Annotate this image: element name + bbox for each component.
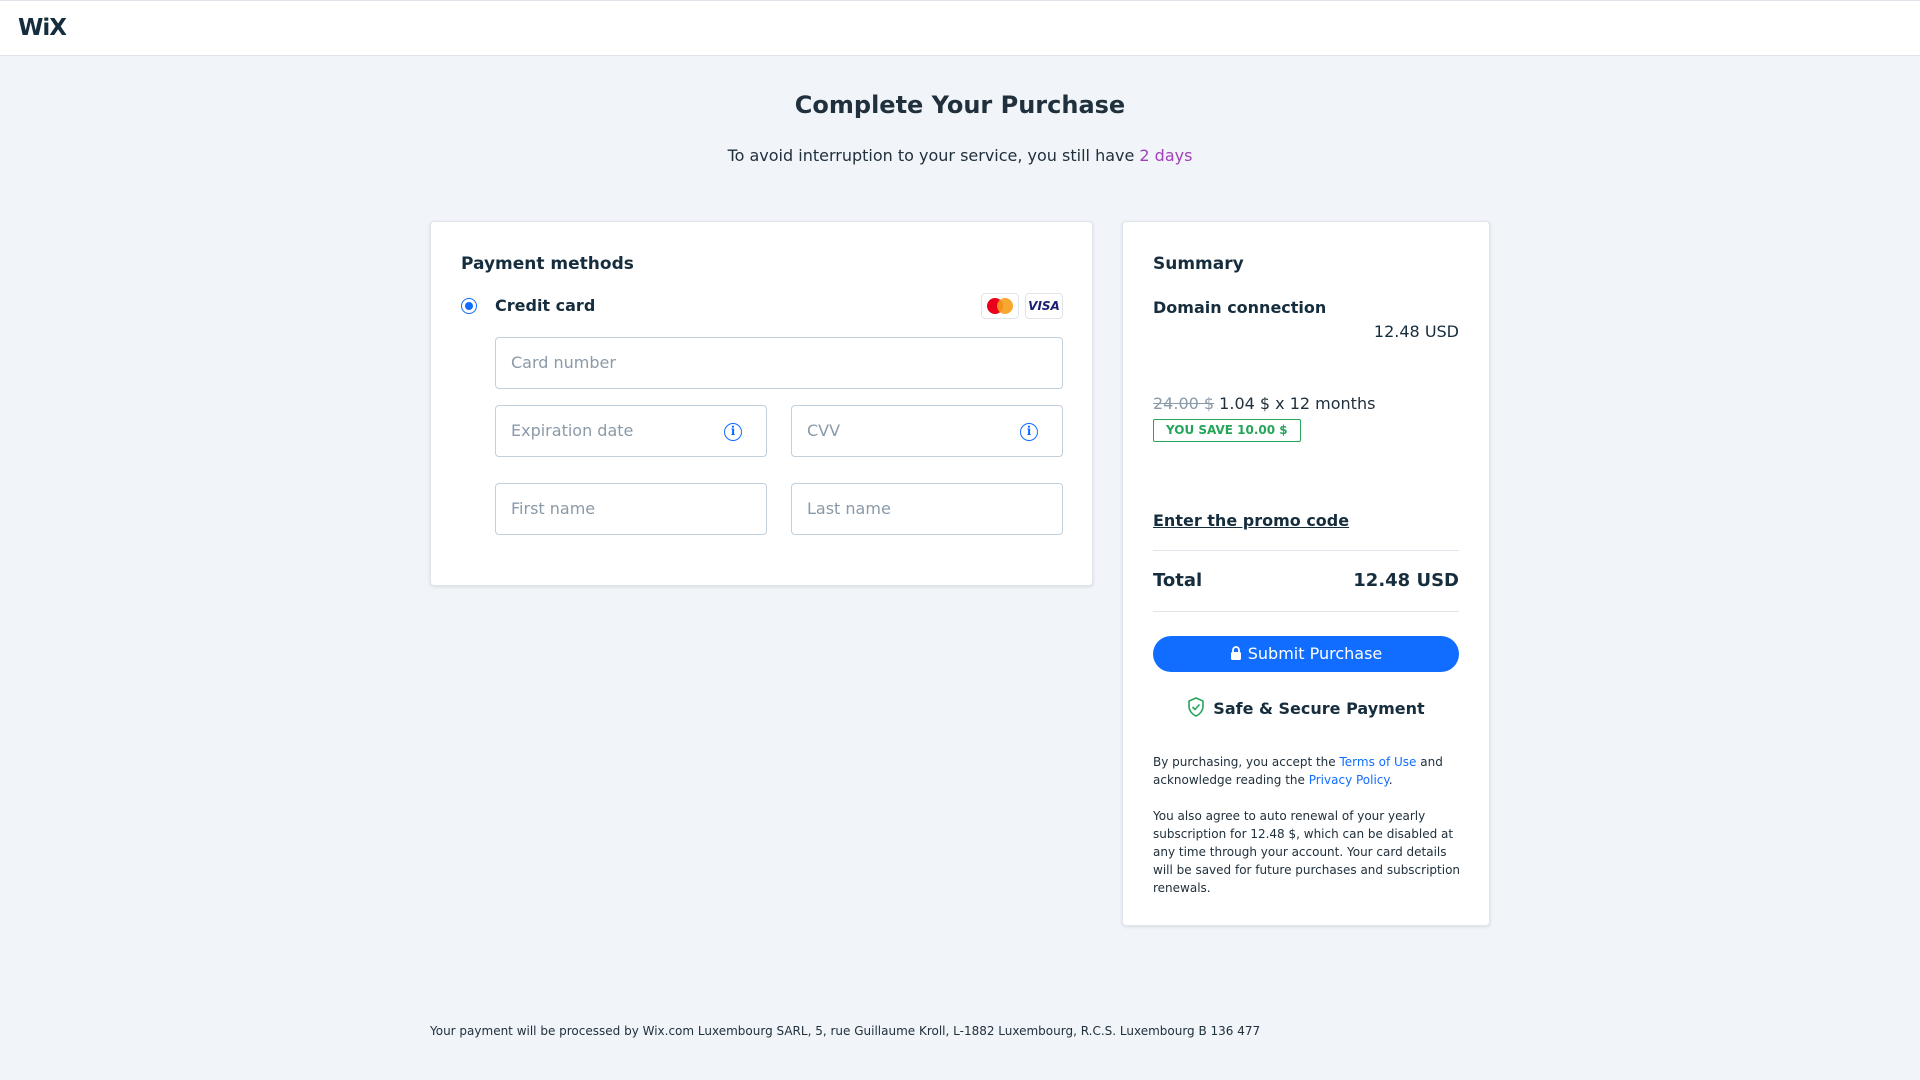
credit-card-radio[interactable] xyxy=(461,298,477,314)
top-bar: WiX xyxy=(0,0,1920,56)
footer-processor-note: Your payment will be processed by Wix.co… xyxy=(430,1024,1261,1038)
cvv-input[interactable]: CVV i xyxy=(791,405,1063,457)
days-remaining: 2 days xyxy=(1139,146,1193,165)
summary-item-name: Domain connection xyxy=(1153,298,1327,317)
payment-methods-card: Payment methods Credit card VISA Card nu… xyxy=(430,221,1093,586)
visa-icon: VISA xyxy=(1025,293,1063,319)
shield-check-icon xyxy=(1188,697,1205,717)
first-name-placeholder: First name xyxy=(511,499,596,518)
submit-purchase-label: Submit Purchase xyxy=(1247,644,1383,663)
original-price: 24.00 $ xyxy=(1153,394,1215,413)
credit-card-label[interactable]: Credit card xyxy=(495,296,595,315)
terms-of-use-link[interactable]: Terms of Use xyxy=(1339,755,1416,769)
submit-purchase-button[interactable]: Submit Purchase xyxy=(1153,636,1459,672)
cvv-info-icon[interactable]: i xyxy=(1020,423,1038,441)
mastercard-orange-circle xyxy=(997,298,1013,314)
wix-logo[interactable]: WiX xyxy=(18,15,67,41)
total-top-divider xyxy=(1153,550,1459,551)
subtitle-text: To avoid interruption to your service, y… xyxy=(727,146,1140,165)
first-name-input[interactable]: First name xyxy=(495,483,767,535)
monthly-price: 1.04 $ x 12 months xyxy=(1219,394,1376,413)
total-label: Total xyxy=(1153,570,1203,591)
terms-text: By purchasing, you accept the Terms of U… xyxy=(1153,753,1463,789)
expiration-date-placeholder: Expiration date xyxy=(511,421,634,440)
card-number-placeholder: Card number xyxy=(511,353,616,372)
lock-icon xyxy=(1230,646,1241,660)
expiration-date-input[interactable]: Expiration date i xyxy=(495,405,767,457)
last-name-placeholder: Last name xyxy=(807,499,891,518)
cvv-placeholder: CVV xyxy=(807,421,841,440)
card-number-input[interactable]: Card number xyxy=(495,337,1063,389)
auto-renewal-text: You also agree to auto renewal of your y… xyxy=(1153,809,1461,895)
total-value: 12.48 USD xyxy=(1353,570,1459,591)
expiration-info-icon[interactable]: i xyxy=(724,423,742,441)
summary-card: Summary Domain connection 12.48 USD 24.0… xyxy=(1122,221,1490,926)
terms-prefix: By purchasing, you accept the xyxy=(1153,755,1340,769)
secure-payment-row: Safe & Secure Payment xyxy=(1123,697,1489,718)
total-bottom-divider xyxy=(1153,611,1459,612)
secure-payment-label: Safe & Secure Payment xyxy=(1213,699,1425,718)
mastercard-icon xyxy=(981,293,1019,319)
summary-title: Summary xyxy=(1153,254,1244,274)
payment-methods-title: Payment methods xyxy=(461,254,634,274)
summary-item-price: 12.48 USD xyxy=(1373,322,1459,341)
page-title: Complete Your Purchase xyxy=(794,91,1126,119)
last-name-input[interactable]: Last name xyxy=(791,483,1063,535)
terms-suffix: . xyxy=(1388,773,1393,787)
page-subtitle: To avoid interruption to your service, y… xyxy=(0,146,1920,165)
privacy-policy-link[interactable]: Privacy Policy xyxy=(1309,773,1389,787)
pricing-line: 24.00 $ 1.04 $ x 12 months xyxy=(1153,394,1375,413)
promo-code-link[interactable]: Enter the promo code xyxy=(1153,511,1349,530)
savings-badge: YOU SAVE 10.00 $ xyxy=(1153,419,1301,442)
